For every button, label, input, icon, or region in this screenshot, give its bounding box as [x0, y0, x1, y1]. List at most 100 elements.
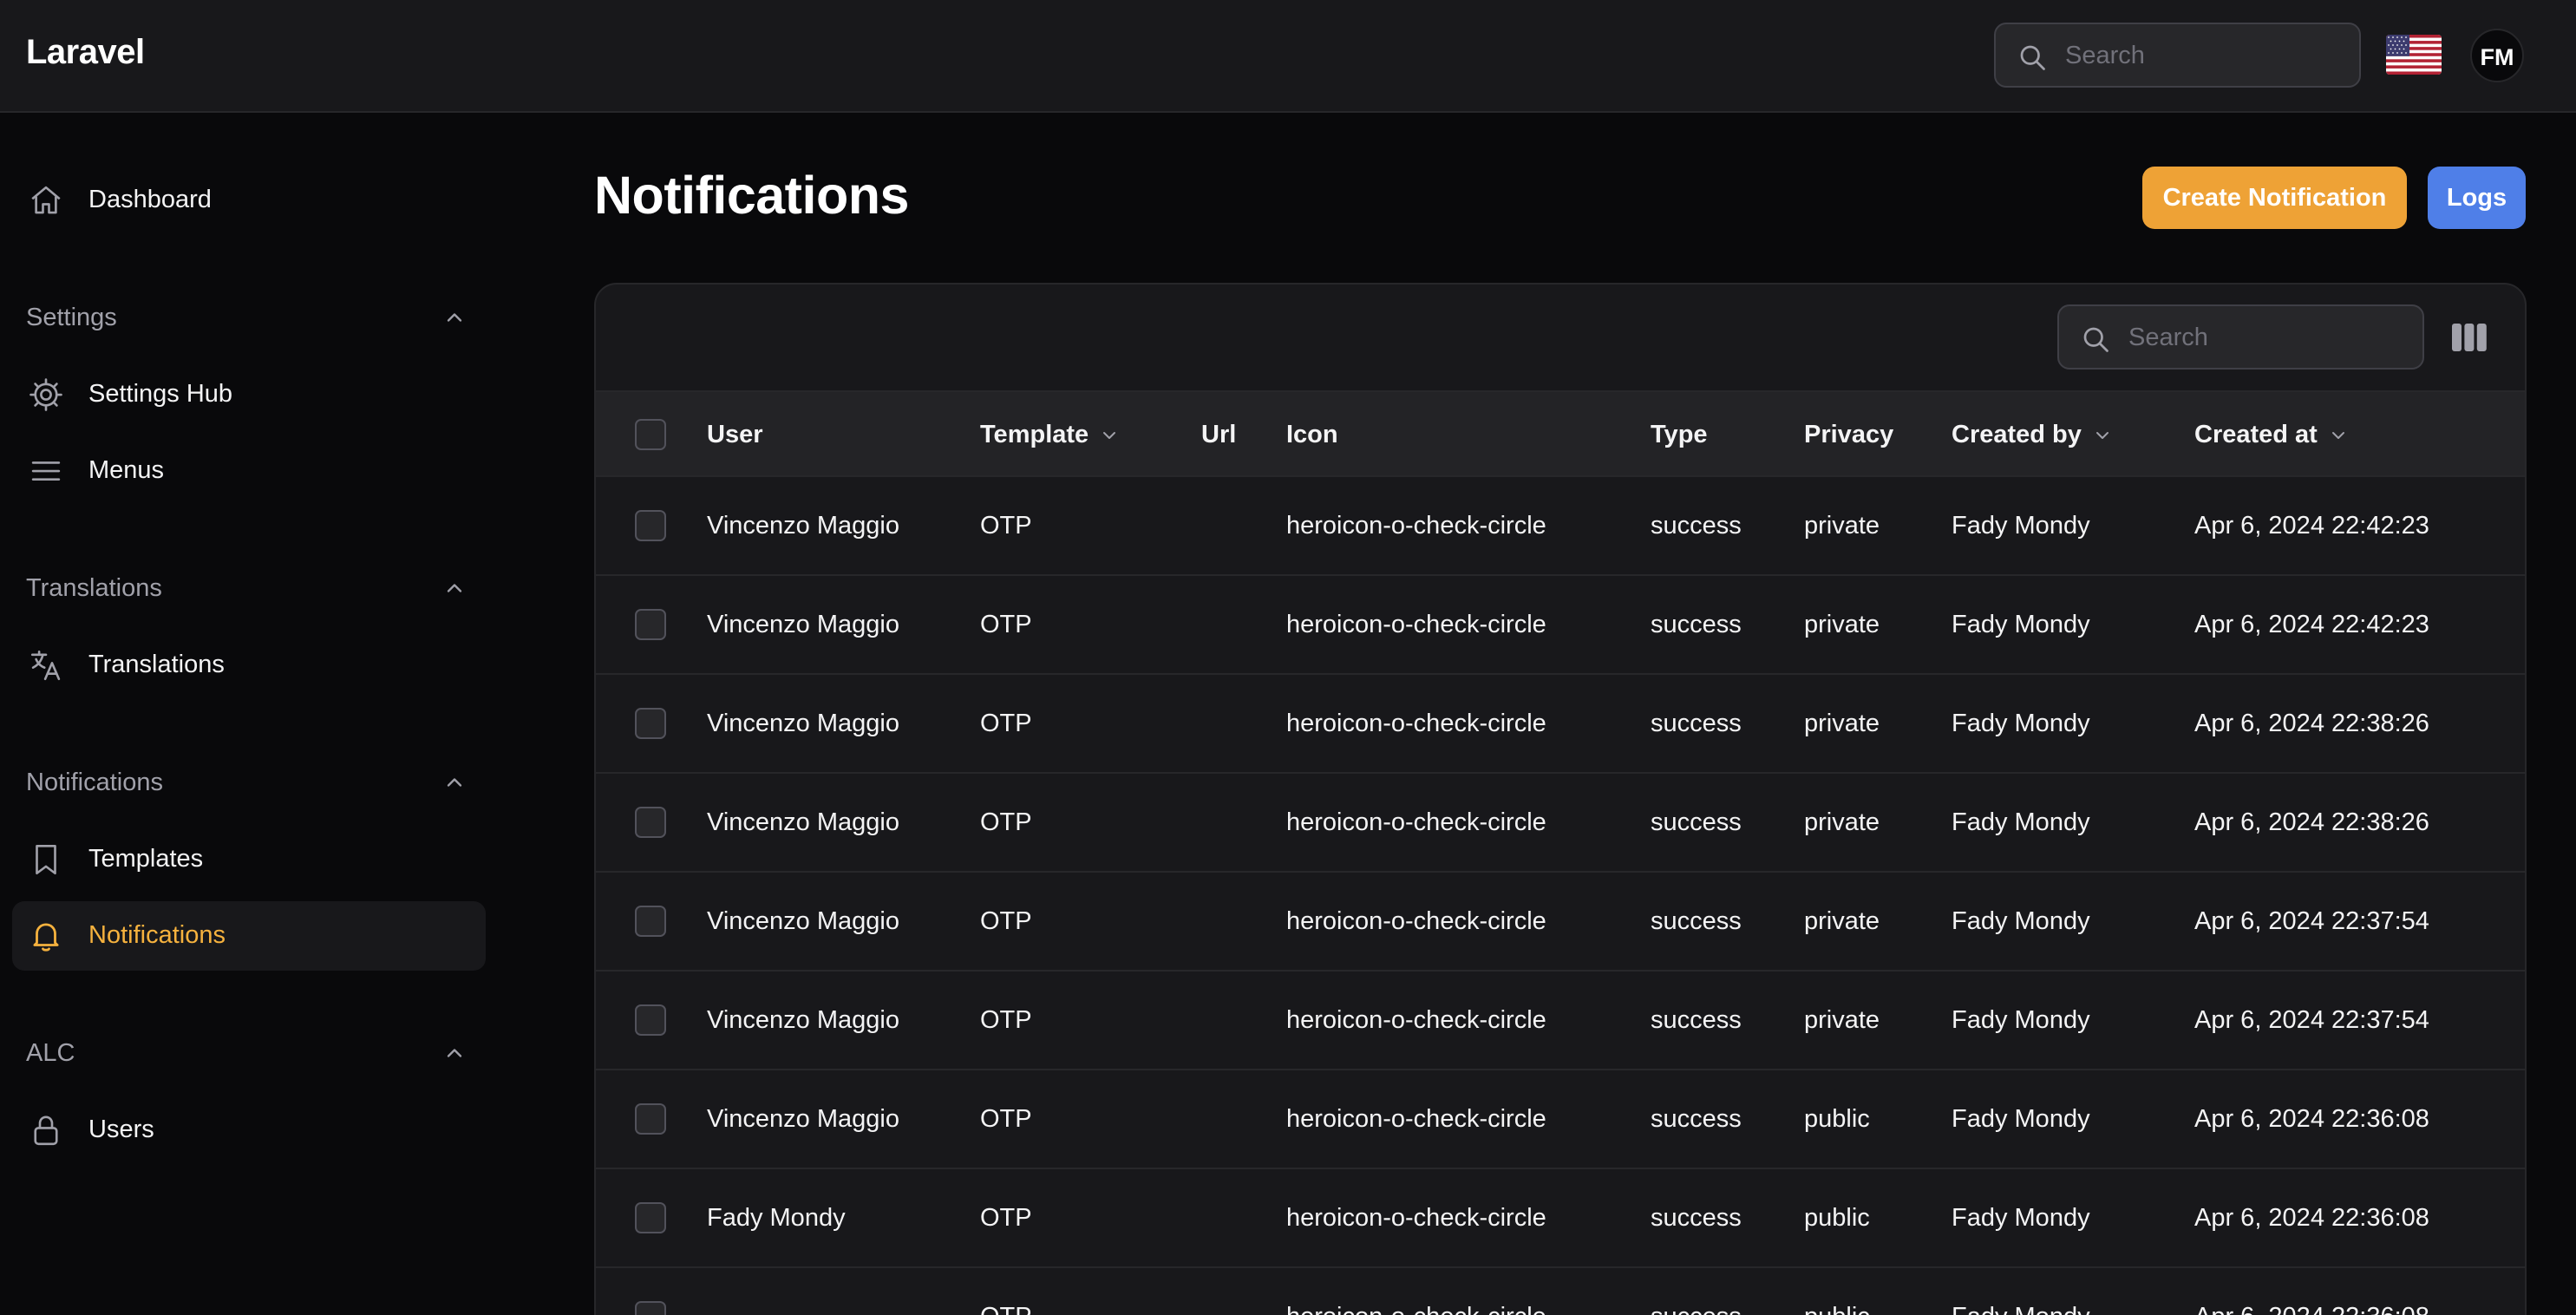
cell-template: OTP	[980, 512, 1032, 540]
cell-icon: heroicon-o-check-circle	[1286, 1105, 1546, 1133]
cell-icon: heroicon-o-check-circle	[1286, 808, 1546, 836]
cell-created-at: Apr 6, 2024 22:38:26	[2194, 808, 2429, 836]
sidebar-item-users[interactable]: Users	[12, 1096, 486, 1165]
cell-created-at: Apr 6, 2024 22:36:08	[2194, 1303, 2429, 1315]
row-checkbox[interactable]	[635, 1202, 666, 1233]
home-icon	[31, 186, 61, 214]
row-checkbox[interactable]	[635, 1301, 666, 1315]
cell-icon: heroicon-o-check-circle	[1286, 1303, 1546, 1315]
column-label: Icon	[1286, 421, 1338, 448]
row-checkbox[interactable]	[635, 1103, 666, 1135]
table-row[interactable]: Vincenzo Maggio OTP heroicon-o-check-cir…	[596, 1070, 2525, 1169]
table-search[interactable]	[2057, 304, 2424, 370]
cell-created-at: Apr 6, 2024 22:36:08	[2194, 1204, 2429, 1232]
sidebar-item-label: Notifications	[88, 921, 226, 949]
cell-user: Vincenzo Maggio	[707, 611, 899, 638]
cell-privacy: public	[1804, 1303, 1870, 1315]
table-row[interactable]: Vincenzo Maggio OTP heroicon-o-check-cir…	[596, 576, 2525, 675]
chevron-up-icon[interactable]	[442, 1041, 467, 1065]
global-search-input[interactable]	[2065, 36, 2343, 75]
table-row[interactable]: Vincenzo Maggio OTP heroicon-o-check-cir…	[596, 774, 2525, 873]
lock-icon	[34, 1115, 58, 1146]
cell-created-by: Fady Mondy	[1952, 808, 2090, 836]
cell-type: success	[1651, 512, 1742, 540]
cell-type: success	[1651, 1006, 1742, 1034]
column-header-icon: Icon	[1286, 421, 1338, 449]
row-checkbox[interactable]	[635, 807, 666, 838]
chevron-up-icon[interactable]	[442, 305, 467, 330]
table-row[interactable]: OTP heroicon-o-check-circle success publ…	[596, 1268, 2525, 1315]
cell-template: OTP	[980, 1105, 1032, 1133]
create-notification-button[interactable]: Create Notification	[2142, 167, 2407, 229]
cell-privacy: private	[1804, 1006, 1880, 1034]
sidebar-item-label: Translations	[88, 651, 225, 678]
cell-created-at: Apr 6, 2024 22:37:54	[2194, 1006, 2429, 1034]
table-row[interactable]: Vincenzo Maggio OTP heroicon-o-check-cir…	[596, 675, 2525, 774]
cell-type: success	[1651, 1105, 1742, 1133]
chevron-up-icon[interactable]	[442, 576, 467, 600]
sidebar-item-translations[interactable]: Translations	[12, 631, 486, 700]
cell-privacy: private	[1804, 611, 1880, 638]
select-all-checkbox[interactable]	[635, 419, 666, 450]
column-label: Template	[980, 421, 1089, 448]
user-avatar[interactable]: FM	[2470, 29, 2524, 82]
cell-created-by: Fady Mondy	[1952, 1204, 2090, 1232]
chevron-up-icon[interactable]	[442, 770, 467, 795]
table-row[interactable]: Fady Mondy OTP heroicon-o-check-circle s…	[596, 1169, 2525, 1268]
cell-created-at: Apr 6, 2024 22:42:23	[2194, 512, 2429, 540]
sidebar-item-dashboard[interactable]: Dashboard	[12, 166, 486, 235]
sidebar-item-label: Menus	[88, 456, 165, 484]
cell-type: success	[1651, 1303, 1742, 1315]
cell-user: Vincenzo Maggio	[707, 710, 899, 737]
cell-template: OTP	[980, 907, 1032, 935]
cell-created-by: Fady Mondy	[1952, 1105, 2090, 1133]
cell-type: success	[1651, 710, 1742, 737]
cell-user: Vincenzo Maggio	[707, 808, 899, 836]
us-flag-icon[interactable]	[2386, 35, 2442, 75]
column-header-template[interactable]: Template	[980, 421, 1120, 449]
cell-created-by: Fady Mondy	[1952, 512, 2090, 540]
table-row[interactable]: Vincenzo Maggio OTP heroicon-o-check-cir…	[596, 873, 2525, 972]
row-checkbox[interactable]	[635, 609, 666, 640]
row-checkbox[interactable]	[635, 708, 666, 739]
table-search-input[interactable]	[2128, 318, 2406, 357]
cell-icon: heroicon-o-check-circle	[1286, 1006, 1546, 1034]
table-row[interactable]: Vincenzo Maggio OTP heroicon-o-check-cir…	[596, 972, 2525, 1070]
row-checkbox[interactable]	[635, 510, 666, 541]
columns-icon[interactable]	[2452, 322, 2487, 353]
cell-created-by: Fady Mondy	[1952, 1006, 2090, 1034]
row-checkbox[interactable]	[635, 1004, 666, 1036]
brand-logo[interactable]: Laravel	[26, 33, 145, 72]
column-header-created-by[interactable]: Created by	[1952, 421, 2113, 449]
table-header: User Template Url Icon Type Privacy Crea…	[596, 390, 2525, 477]
sidebar-item-label: Users	[88, 1115, 154, 1143]
cell-created-by: Fady Mondy	[1952, 710, 2090, 737]
row-checkbox[interactable]	[635, 906, 666, 937]
bookmark-icon	[36, 844, 56, 875]
sidebar-item-menus[interactable]: Menus	[12, 436, 486, 506]
bell-icon	[33, 923, 59, 952]
cog-icon	[29, 378, 62, 411]
cell-privacy: private	[1804, 907, 1880, 935]
cell-created-by: Fady Mondy	[1952, 907, 2090, 935]
cell-user: Vincenzo Maggio	[707, 512, 899, 540]
sidebar-item-templates[interactable]: Templates	[12, 825, 486, 894]
search-icon	[2083, 327, 2109, 352]
column-label: Created at	[2194, 421, 2318, 448]
cell-created-by: Fady Mondy	[1952, 1303, 2090, 1315]
sidebar-item-settings-hub[interactable]: Settings Hub	[12, 360, 486, 429]
table-row[interactable]: Vincenzo Maggio OTP heroicon-o-check-cir…	[596, 477, 2525, 576]
cell-icon: heroicon-o-check-circle	[1286, 1204, 1546, 1232]
sidebar-item-label: Dashboard	[88, 186, 212, 213]
global-search[interactable]	[1994, 23, 2361, 88]
sidebar-item-label: Settings Hub	[88, 380, 233, 408]
cell-type: success	[1651, 611, 1742, 638]
sidebar-item-label: Templates	[88, 845, 204, 873]
cell-template: OTP	[980, 1006, 1032, 1034]
cell-type: success	[1651, 1204, 1742, 1232]
logs-button[interactable]: Logs	[2428, 167, 2526, 229]
cell-type: success	[1651, 907, 1742, 935]
column-header-created-at[interactable]: Created at	[2194, 421, 2349, 449]
group-label-notifications: Notifications	[26, 769, 163, 796]
sidebar-item-notifications[interactable]: Notifications	[12, 901, 486, 971]
